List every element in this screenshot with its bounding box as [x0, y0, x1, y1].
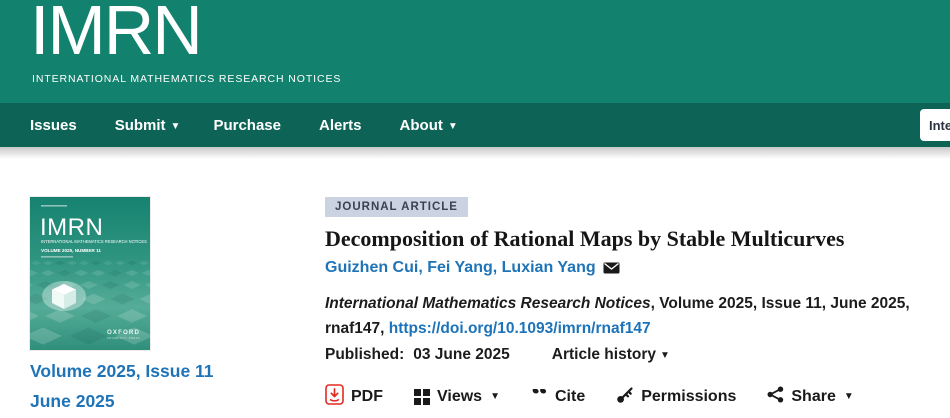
views-button[interactable]: Views ▼: [414, 388, 500, 406]
pdf-icon: [325, 384, 344, 410]
author-list: Guizhen Cui, Fei Yang, Luxian Yang: [325, 257, 925, 279]
author-link[interactable]: Fei Yang: [427, 257, 493, 279]
issue-cover-image[interactable]: IMRN INTERNATIONAL MATHEMATICS RESEARCH …: [30, 197, 150, 350]
pdf-button[interactable]: PDF: [325, 384, 383, 410]
chevron-down-icon: ▼: [448, 121, 458, 132]
site-header: IMRN INTERNATIONAL MATHEMATICS RESEARCH …: [0, 0, 950, 103]
article-title: Decomposition of Rational Maps by Stable…: [325, 225, 925, 253]
share-button[interactable]: Share ▼: [767, 386, 853, 408]
issue-link-month[interactable]: June 2025: [30, 386, 280, 416]
nav-item-alerts[interactable]: Alerts: [319, 117, 367, 134]
journal-name: International Mathematics Research Notic…: [325, 295, 651, 312]
cover-subtitle-text: INTERNATIONAL MATHEMATICS RESEARCH NOTIC…: [41, 239, 147, 244]
author-link[interactable]: Guizhen Cui: [325, 257, 418, 279]
cover-publisher-sub-text: UNIVERSITY PRESS: [107, 336, 140, 340]
article-toolbar: PDF Views ▼ “ Cite Permissions: [325, 384, 925, 410]
journal-logo[interactable]: IMRN: [30, 0, 201, 68]
correspondence-envelope-icon[interactable]: [603, 262, 620, 274]
cite-button[interactable]: “ Cite: [531, 388, 585, 406]
permissions-button[interactable]: Permissions: [616, 386, 736, 409]
published-date: 03 June 2025: [413, 346, 510, 364]
published-row: Published: 03 June 2025 Article history▼: [325, 346, 925, 364]
article-header: JOURNAL ARTICLE Decomposition of Rationa…: [325, 197, 925, 410]
author-link[interactable]: Luxian Yang: [502, 257, 596, 279]
chevron-down-icon: ▼: [660, 350, 670, 361]
cover-volume-text: VOLUME 2025, NUMBER 11: [41, 248, 101, 253]
key-icon: [616, 386, 634, 409]
nav-item-issues[interactable]: Issues: [30, 117, 82, 134]
issue-cover-art: IMRN INTERNATIONAL MATHEMATICS RESEARCH …: [30, 197, 150, 350]
cover-publisher-text: OXFORD: [107, 329, 140, 336]
views-grid-icon: [414, 389, 430, 405]
page: IMRN INTERNATIONAL MATHEMATICS RESEARCH …: [0, 0, 950, 418]
issue-link-volume[interactable]: Volume 2025, Issue 11: [30, 356, 280, 386]
article-type-badge: JOURNAL ARTICLE: [325, 197, 468, 217]
cover-logo-text: IMRN: [40, 214, 103, 241]
nav-item-about[interactable]: About▼: [400, 117, 458, 134]
chevron-down-icon: ▼: [171, 121, 181, 132]
search-scope-box[interactable]: Intern: [920, 109, 950, 141]
chevron-down-icon: ▼: [844, 391, 854, 402]
nav-shadow: [0, 147, 950, 159]
issue-links: Volume 2025, Issue 11 June 2025: [30, 356, 280, 416]
nav-item-purchase[interactable]: Purchase: [213, 117, 286, 134]
main-nav: Issues Submit▼ Purchase Alerts About▼: [0, 103, 950, 147]
share-icon: [767, 386, 784, 408]
chevron-down-icon: ▼: [490, 391, 500, 402]
journal-tagline: INTERNATIONAL MATHEMATICS RESEARCH NOTIC…: [32, 73, 341, 85]
nav-item-submit[interactable]: Submit▼: [115, 117, 181, 134]
quote-icon: “: [531, 389, 548, 406]
published-label: Published:: [325, 346, 404, 364]
search-scope-text: Intern: [929, 118, 950, 133]
article-history-toggle[interactable]: Article history▼: [552, 346, 670, 364]
doi-link[interactable]: https://doi.org/10.1093/imrn/rnaf147: [389, 320, 651, 337]
citation-line: International Mathematics Research Notic…: [325, 291, 925, 341]
